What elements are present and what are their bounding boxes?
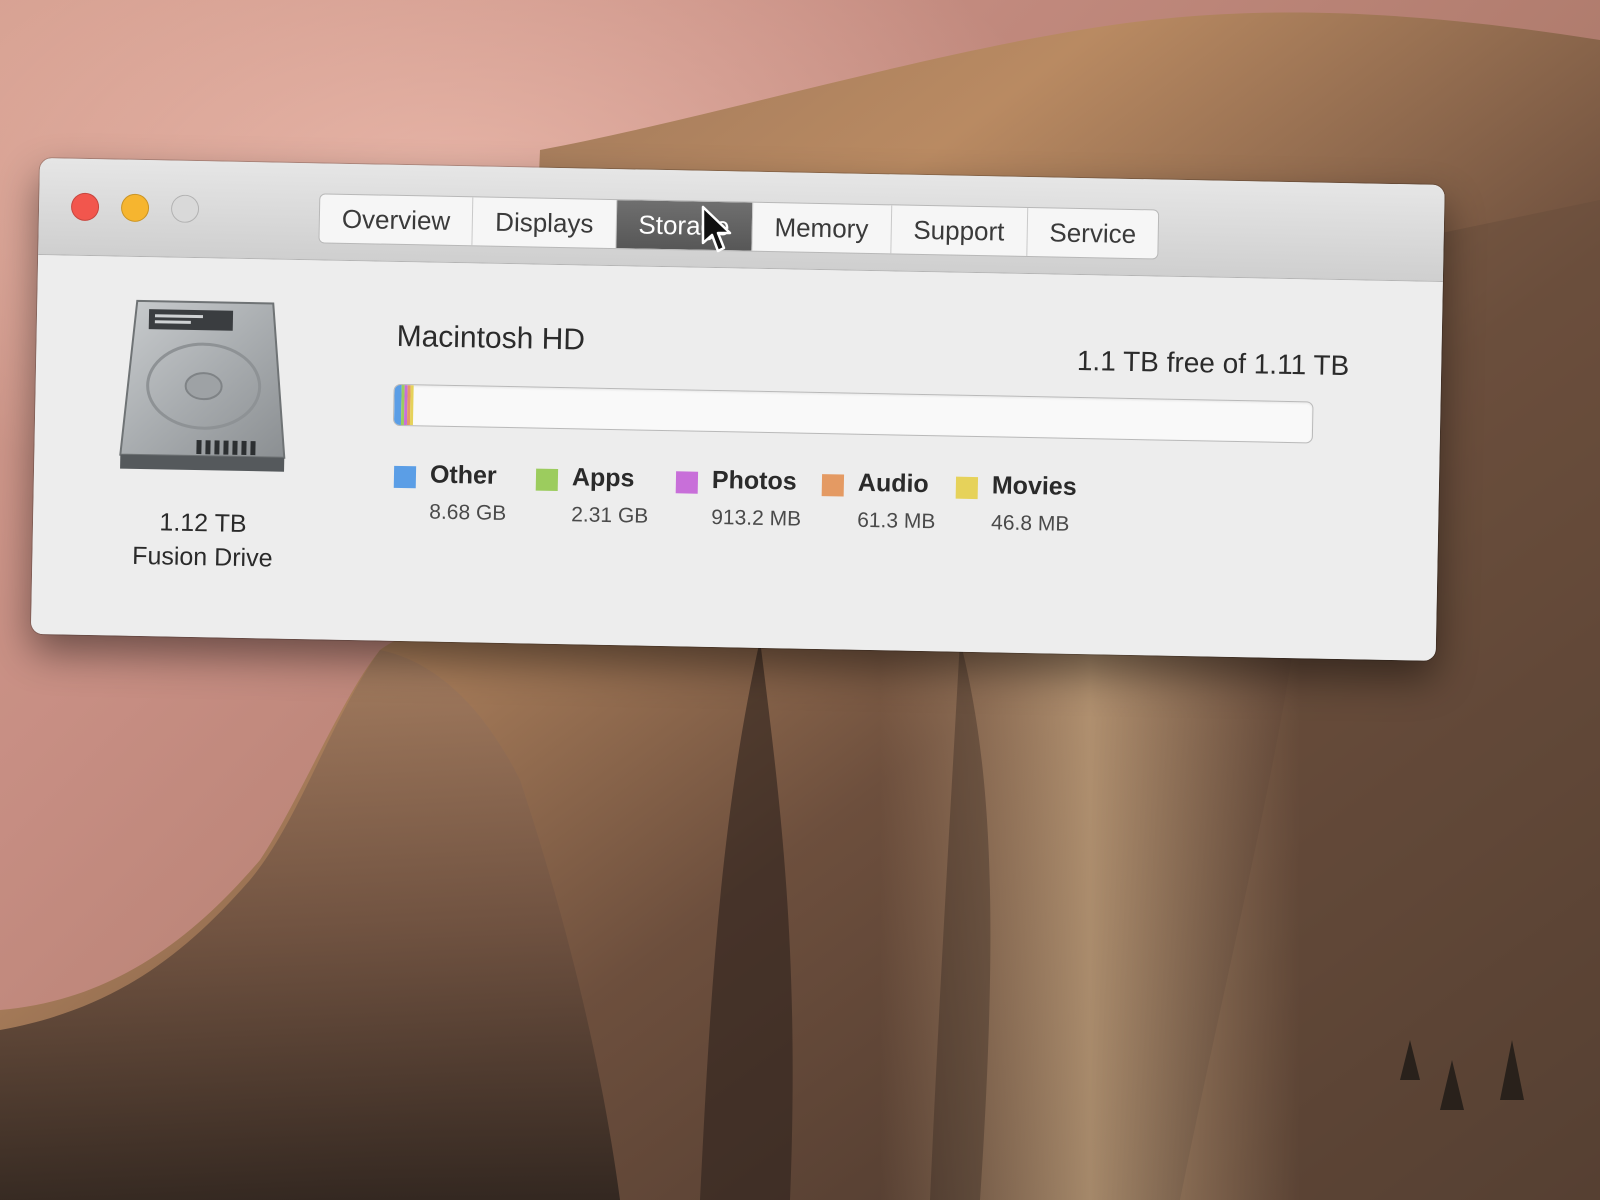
legend-item-other: Other 8.68 GB [393, 461, 507, 542]
legend-size: 913.2 MB [711, 505, 802, 531]
hard-drive-icon [119, 299, 286, 472]
legend-item-audio: Audio 61.3 MB [821, 469, 936, 550]
legend-swatch [821, 474, 845, 497]
drive-type: Fusion Drive [131, 541, 273, 573]
legend-item-photos: Photos 913.2 MB [675, 466, 801, 547]
storage-legend: Other 8.68 GB Apps 2.31 GB Photos 913.2 … [393, 461, 1154, 557]
legend-name: Other [429, 460, 497, 490]
legend-name: Movies [991, 471, 1077, 501]
legend-size: 61.3 MB [856, 508, 936, 534]
storage-usage-bar[interactable] [392, 383, 1314, 444]
usage-segment-movies [409, 385, 414, 426]
mouse-pointer-icon [701, 205, 732, 253]
storage-pane: 1.12 TB Fusion Drive Macintosh HD 1.1 TB… [30, 254, 1443, 661]
legend-name: Photos [711, 465, 797, 496]
legend-item-movies: Movies 46.8 MB [955, 471, 1077, 553]
about-this-mac-window: Overview Displays Storage Memory Support… [30, 158, 1445, 661]
tab-memory[interactable]: Memory [752, 202, 892, 254]
legend-swatch [535, 468, 559, 491]
legend-swatch [675, 471, 699, 494]
desktop: Overview Displays Storage Memory Support… [0, 0, 1600, 1200]
drive-caption: 1.12 TB Fusion Drive [82, 504, 323, 577]
legend-item-apps: Apps 2.31 GB [535, 463, 649, 545]
legend-size: 46.8 MB [990, 511, 1070, 536]
tab-support[interactable]: Support [890, 205, 1028, 256]
zoom-button[interactable] [170, 194, 200, 224]
close-button[interactable] [70, 192, 100, 222]
volume-free-space: 1.1 TB free of 1.11 TB [1076, 344, 1350, 382]
legend-swatch [955, 476, 979, 500]
minimize-button[interactable] [120, 193, 150, 223]
volume-name: Macintosh HD [396, 319, 586, 357]
drive-capacity: 1.12 TB [159, 508, 247, 539]
tab-displays[interactable]: Displays [472, 197, 617, 249]
legend-size: 8.68 GB [429, 500, 507, 526]
tab-overview[interactable]: Overview [319, 194, 474, 246]
legend-name: Apps [571, 463, 635, 493]
tab-bar: Overview Displays Storage Memory Support… [318, 193, 1160, 260]
legend-swatch [393, 465, 417, 489]
legend-name: Audio [857, 468, 929, 499]
tab-service[interactable]: Service [1027, 208, 1159, 259]
legend-size: 2.31 GB [571, 503, 649, 528]
